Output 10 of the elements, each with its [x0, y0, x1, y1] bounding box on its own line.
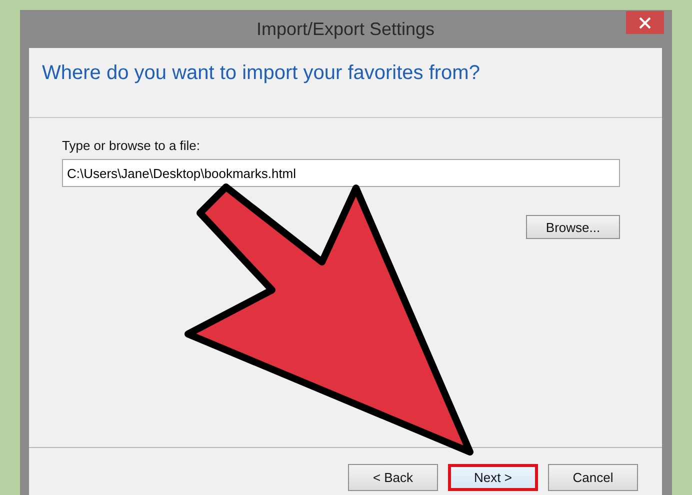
wizard-button[interactable]: Cancel: [548, 464, 638, 491]
page-heading: Where do you want to import your favorites from?: [42, 62, 480, 84]
wizard-button[interactable]: Next >: [448, 464, 538, 491]
file-label: Type or browse to a file:: [62, 138, 202, 153]
close-button[interactable]: [626, 11, 664, 34]
file-path-field[interactable]: C:\Users\Jane\Desktop\bookmarks.html: [62, 159, 620, 187]
close-icon: [639, 16, 651, 28]
window-title: Import/Export Settings: [256, 18, 435, 40]
browse-button[interactable]: Browse...: [526, 215, 620, 239]
wizard-button[interactable]: < Back: [348, 464, 438, 491]
